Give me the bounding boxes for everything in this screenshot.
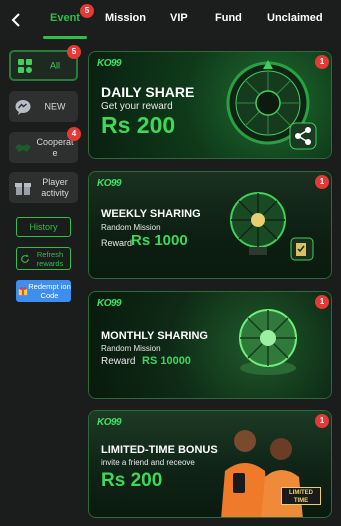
- sidebar-item-label: Player activity: [41, 176, 69, 198]
- sidebar-all-badge: 5: [67, 45, 81, 59]
- banner-subtitle: Random Mission: [101, 223, 161, 232]
- banner-badge: 1: [315, 55, 329, 69]
- banner-weekly-sharing[interactable]: KO99 WEEKLY SHARING Random Mission Rewar…: [88, 171, 332, 279]
- banner-monthly-sharing[interactable]: KO99 MONTHLY SHARING Random Mission Rewa…: [88, 291, 332, 399]
- share-icon[interactable]: [289, 122, 317, 150]
- top-tab-bar: Event 5 Mission VIP Fund Unclaimed: [0, 0, 341, 40]
- brand-logo: KO99: [97, 178, 122, 189]
- sidebar-item-label: Cooperat e: [36, 136, 74, 158]
- active-tab-indicator: [43, 36, 87, 39]
- banner-subtitle: invite a friend and receove: [101, 458, 195, 467]
- sidebar-item-player-activity[interactable]: Player activity: [9, 172, 78, 203]
- banner-badge: 1: [315, 295, 329, 309]
- redemption-code-label: Redempt ion Code: [28, 282, 71, 300]
- task-board-icon: [290, 237, 314, 261]
- messenger-icon: [15, 99, 31, 115]
- refresh-icon: [21, 253, 29, 263]
- sidebar-item-label: NEW: [44, 101, 66, 111]
- brand-logo: KO99: [97, 58, 122, 69]
- banner-amount: Rs 200: [101, 112, 176, 138]
- banner-badge: 1: [315, 414, 329, 428]
- banner-title: LIMITED-TIME BONUS: [101, 444, 218, 456]
- redemption-code-button[interactable]: Redempt ion Code: [16, 280, 71, 302]
- prize-wheel-icon: [230, 192, 286, 255]
- banner-subtitle: Get your reward: [101, 101, 173, 112]
- gift-icon: [15, 182, 31, 195]
- banner-amount: Rs 200: [101, 470, 163, 491]
- banner-title: MONTHLY SHARING: [101, 330, 208, 342]
- grid-icon: [18, 58, 32, 73]
- tab-vip[interactable]: VIP: [170, 12, 188, 24]
- handshake-icon: [15, 143, 31, 152]
- banner-limited-time-bonus[interactable]: KO99 LIMITED-TIME BONUS invite a friend …: [88, 410, 332, 518]
- sidebar-item-label: All: [49, 60, 60, 70]
- banner-reward-label: Reward: [101, 356, 136, 367]
- banner-reward-label: Reward: [101, 238, 133, 248]
- banner-subtitle: Random Mission: [101, 344, 161, 353]
- banner-title: WEEKLY SHARING: [101, 208, 201, 220]
- banner-title: DAILY SHARE: [101, 84, 195, 100]
- refresh-rewards-label: Refresh rewards: [36, 249, 64, 268]
- prize-wheel-icon: [239, 309, 297, 375]
- tab-mission[interactable]: Mission: [105, 12, 146, 24]
- gift-code-icon: [18, 287, 28, 296]
- banner-daily-share[interactable]: KO99 DAILY SHARE Get your reward Rs 200 …: [88, 51, 332, 159]
- sidebar-cooperate-badge: 4: [67, 127, 81, 141]
- banner-amount: RS 10000: [142, 355, 191, 367]
- banner-amount: Rs 1000: [131, 232, 188, 249]
- tab-fund[interactable]: Fund: [215, 12, 242, 24]
- limited-time-stamp: LIMITED TIME: [281, 487, 321, 505]
- back-arrow-icon[interactable]: [7, 9, 25, 31]
- tab-event-badge: 5: [80, 4, 94, 18]
- history-button[interactable]: History: [16, 217, 71, 237]
- tab-event[interactable]: Event: [50, 12, 80, 24]
- brand-logo: KO99: [97, 417, 122, 428]
- tab-unclaimed[interactable]: Unclaimed: [267, 12, 323, 24]
- sidebar-item-new[interactable]: NEW: [9, 91, 78, 122]
- refresh-rewards-button[interactable]: Refresh rewards: [16, 247, 71, 270]
- brand-logo: KO99: [97, 298, 122, 309]
- banner-badge: 1: [315, 175, 329, 189]
